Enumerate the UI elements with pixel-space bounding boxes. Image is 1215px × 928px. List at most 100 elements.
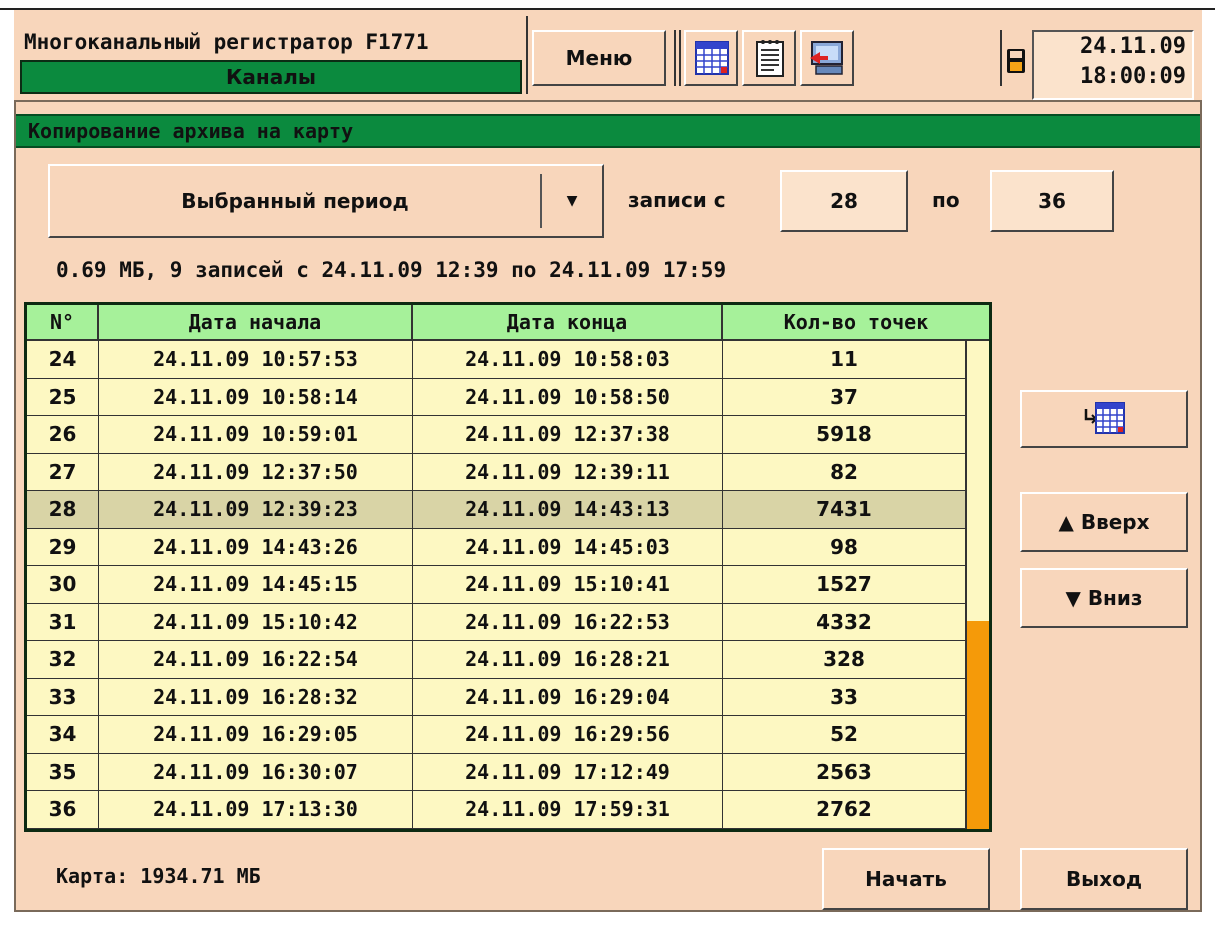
- row-points: 7431: [816, 497, 872, 521]
- column-header-points: Кол-во точек: [783, 310, 929, 334]
- table-row[interactable]: 34 24.11.09 16:29:05 24.11.09 16:29:56 52: [27, 716, 965, 754]
- row-number: 26: [27, 416, 99, 453]
- export-button[interactable]: [800, 30, 854, 86]
- table-row[interactable]: 32 24.11.09 16:22:54 24.11.09 16:28:21 328: [27, 641, 965, 679]
- row-points: 37: [830, 384, 858, 409]
- row-points: 5918: [816, 422, 872, 446]
- dropdown-divider: [540, 174, 542, 228]
- records-from-label: записи с: [628, 188, 726, 212]
- row-number: 32: [27, 641, 99, 678]
- row-end-date: 24.11.09 17:12:49: [413, 753, 723, 790]
- header-bar: Многоканальный регистратор F1771 Каналы …: [14, 10, 1202, 100]
- row-points: 33: [830, 684, 858, 709]
- notepad-button[interactable]: [742, 30, 796, 86]
- row-number: 30: [27, 566, 99, 603]
- row-points: 2563: [816, 759, 872, 784]
- divider: [674, 30, 676, 86]
- records-table: N° Дата начала Дата конца Кол-во точек 2…: [24, 302, 992, 832]
- row-start-date: 24.11.09 10:58:14: [99, 378, 413, 415]
- divider: [526, 16, 528, 94]
- row-start-date: 24.11.09 15:10:42: [99, 603, 413, 640]
- chevron-down-icon[interactable]: ▼: [544, 166, 600, 236]
- row-start-date: 24.11.09 10:59:01: [99, 416, 413, 453]
- scrollbar-thumb[interactable]: [967, 621, 989, 829]
- row-end-date: 24.11.09 12:37:38: [413, 416, 723, 453]
- table-row[interactable]: 35 24.11.09 16:30:07 24.11.09 17:12:49 2563: [27, 753, 965, 791]
- row-number: 36: [27, 791, 99, 828]
- scroll-up-button[interactable]: ▲ Вверх: [1020, 492, 1188, 552]
- table-row[interactable]: 27 24.11.09 12:37:50 24.11.09 12:39:11 82: [27, 453, 965, 491]
- row-number: 28: [27, 491, 99, 528]
- row-number: 35: [27, 753, 99, 790]
- row-points: 2762: [816, 797, 872, 821]
- row-points: 328: [823, 647, 865, 671]
- table-scrollbar[interactable]: [965, 341, 989, 829]
- exit-button[interactable]: Выход: [1020, 848, 1188, 910]
- table-header: N° Дата начала Дата конца Кол-во точек: [27, 305, 989, 341]
- row-start-date: 24.11.09 16:29:05: [99, 716, 413, 753]
- row-points: 52: [830, 722, 858, 746]
- column-header-start: Дата начала: [99, 305, 413, 339]
- table-row[interactable]: 29 24.11.09 14:43:26 24.11.09 14:45:03 98: [27, 528, 965, 566]
- row-points: 4332: [816, 609, 872, 634]
- row-points: 98: [830, 534, 858, 559]
- main-panel: Копирование архива на карту Выбранный пе…: [14, 100, 1202, 912]
- table-row[interactable]: 28 24.11.09 12:39:23 24.11.09 14:43:13 7431: [27, 491, 965, 529]
- row-end-date: 24.11.09 15:10:41: [413, 566, 723, 603]
- computer-icon: [810, 41, 843, 75]
- row-start-date: 24.11.09 14:45:15: [99, 566, 413, 603]
- row-start-date: 24.11.09 14:43:26: [99, 528, 413, 565]
- card-info: Карта: 1934.71 МБ: [56, 864, 261, 888]
- table-icon: [695, 41, 729, 75]
- go-to-table-button[interactable]: [1020, 390, 1188, 448]
- notepad-icon: [756, 40, 784, 77]
- table-row[interactable]: 26 24.11.09 10:59:01 24.11.09 12:37:38 5918: [27, 416, 965, 454]
- row-number: 31: [27, 603, 99, 640]
- menu-button[interactable]: Меню: [532, 30, 666, 86]
- row-end-date: 24.11.09 14:45:03: [413, 528, 723, 565]
- time-value: 18:00:09: [1080, 64, 1186, 89]
- divider: [1000, 30, 1002, 86]
- table-row[interactable]: 25 24.11.09 10:58:14 24.11.09 10:58:50 37: [27, 378, 965, 416]
- row-points: 82: [830, 459, 858, 484]
- row-start-date: 24.11.09 12:39:23: [99, 491, 413, 528]
- section-indicator: Каналы: [20, 60, 522, 94]
- row-end-date: 24.11.09 17:59:31: [413, 791, 723, 828]
- table-row[interactable]: 30 24.11.09 14:45:15 24.11.09 15:10:41 1527: [27, 566, 965, 604]
- table-row[interactable]: 36 24.11.09 17:13:30 24.11.09 17:59:31 2762: [27, 791, 965, 829]
- records-to-field[interactable]: 36: [990, 170, 1114, 232]
- start-button[interactable]: Начать: [822, 848, 990, 910]
- row-start-date: 24.11.09 12:37:50: [99, 453, 413, 490]
- row-points: 1527: [816, 572, 872, 596]
- date-value: 24.11.09: [1080, 34, 1186, 59]
- app-title: Многоканальный регистратор F1771: [24, 30, 429, 54]
- row-number: 27: [27, 453, 99, 490]
- table-row[interactable]: 33 24.11.09 16:28:32 24.11.09 16:29:04 33: [27, 678, 965, 716]
- selection-summary: 0.69 МБ, 9 записей с 24.11.09 12:39 по 2…: [56, 258, 727, 282]
- row-end-date: 24.11.09 12:39:11: [413, 453, 723, 490]
- row-number: 33: [27, 678, 99, 715]
- divider: [679, 30, 681, 86]
- column-header-end: Дата конца: [413, 305, 723, 339]
- records-from-field[interactable]: 28: [780, 170, 908, 232]
- period-dropdown-value: Выбранный период: [181, 189, 409, 213]
- row-end-date: 24.11.09 16:29:04: [413, 678, 723, 715]
- table-row[interactable]: 24 24.11.09 10:57:53 24.11.09 10:58:03 11: [27, 341, 965, 379]
- row-start-date: 24.11.09 16:30:07: [99, 753, 413, 790]
- row-end-date: 24.11.09 10:58:50: [413, 378, 723, 415]
- datetime-display: 24.11.09 18:00:09: [1032, 30, 1194, 100]
- scroll-down-button[interactable]: ▼ Вниз: [1020, 568, 1188, 628]
- table-view-button[interactable]: [684, 30, 738, 86]
- period-dropdown[interactable]: Выбранный период ▼: [48, 164, 604, 238]
- panel-title: Копирование архива на карту: [28, 119, 354, 143]
- row-end-date: 24.11.09 16:29:56: [413, 716, 723, 753]
- row-start-date: 24.11.09 16:28:32: [99, 678, 413, 715]
- row-number: 29: [27, 528, 99, 565]
- records-to-label: по: [932, 188, 960, 212]
- row-end-date: 24.11.09 14:43:13: [413, 491, 723, 528]
- floppy-icon: [1007, 49, 1025, 73]
- table-row[interactable]: 31 24.11.09 15:10:42 24.11.09 16:22:53 4332: [27, 603, 965, 641]
- row-number: 24: [27, 341, 99, 378]
- row-end-date: 24.11.09 16:28:21: [413, 641, 723, 678]
- section-label: Каналы: [226, 65, 316, 89]
